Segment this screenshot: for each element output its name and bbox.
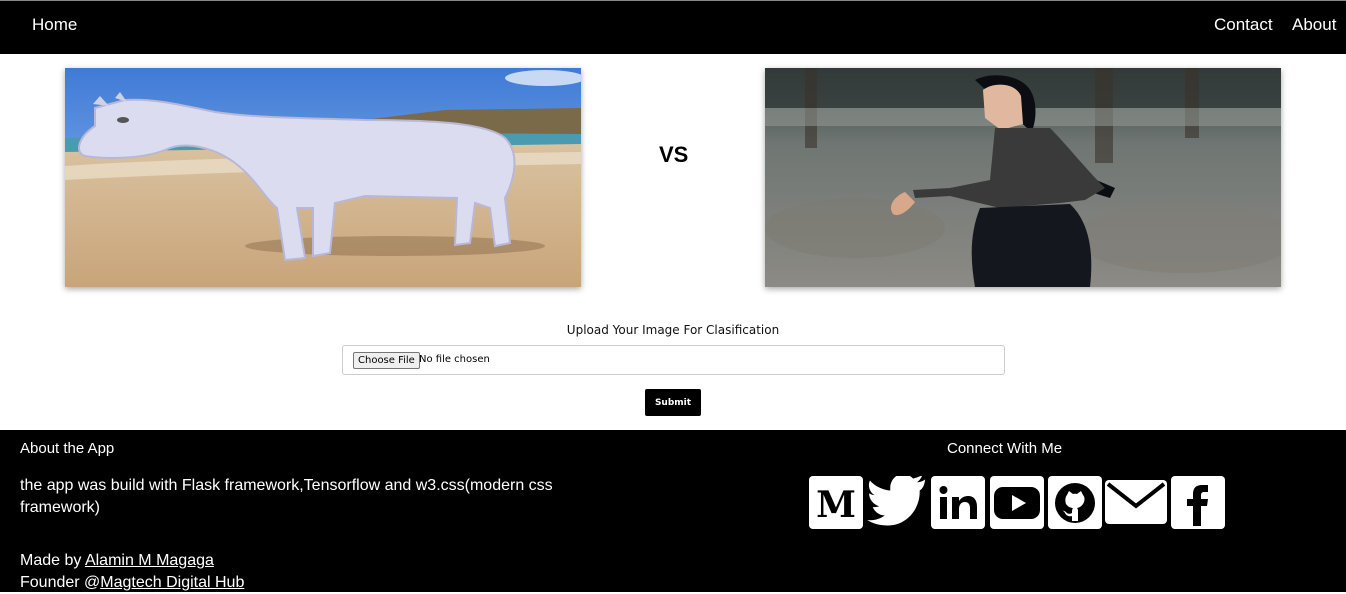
vs-label: VS bbox=[659, 142, 689, 167]
file-input[interactable]: Choose File No file chosen bbox=[342, 345, 1005, 375]
top-navbar: Home Contact About bbox=[0, 0, 1346, 54]
nav-contact-link[interactable]: Contact bbox=[1214, 15, 1273, 35]
twitter-icon[interactable] bbox=[866, 474, 928, 529]
horse-image bbox=[65, 68, 581, 287]
credits: Made by Alamin M Magaga Founder @Magtech… bbox=[20, 550, 244, 594]
facebook-icon[interactable] bbox=[1171, 476, 1225, 529]
github-icon[interactable] bbox=[1048, 476, 1102, 529]
connect-title: Connect With Me bbox=[947, 440, 1063, 457]
author-link[interactable]: Alamin M Magaga bbox=[85, 552, 214, 569]
file-status: No file chosen bbox=[419, 354, 490, 365]
choose-file-button[interactable]: Choose File bbox=[353, 352, 420, 369]
made-by-prefix: Made by bbox=[20, 552, 85, 569]
founder-prefix: Founder @ bbox=[20, 574, 101, 591]
youtube-icon[interactable] bbox=[990, 476, 1044, 529]
medium-icon[interactable]: M bbox=[809, 476, 863, 529]
email-icon[interactable] bbox=[1104, 478, 1168, 526]
org-link[interactable]: Magtech Digital Hub bbox=[100, 574, 244, 591]
upload-label: Upload Your Image For Clasification bbox=[566, 323, 780, 337]
human-image bbox=[765, 68, 1281, 287]
about-text: the app was build with Flask framework,T… bbox=[20, 477, 553, 516]
about-title: About the App bbox=[20, 440, 115, 457]
submit-button[interactable]: Submit bbox=[645, 389, 701, 416]
svg-text:M: M bbox=[816, 484, 856, 523]
nav-home-link[interactable]: Home bbox=[32, 15, 77, 35]
nav-about-link[interactable]: About bbox=[1292, 15, 1336, 35]
linkedin-icon[interactable] bbox=[931, 476, 985, 529]
